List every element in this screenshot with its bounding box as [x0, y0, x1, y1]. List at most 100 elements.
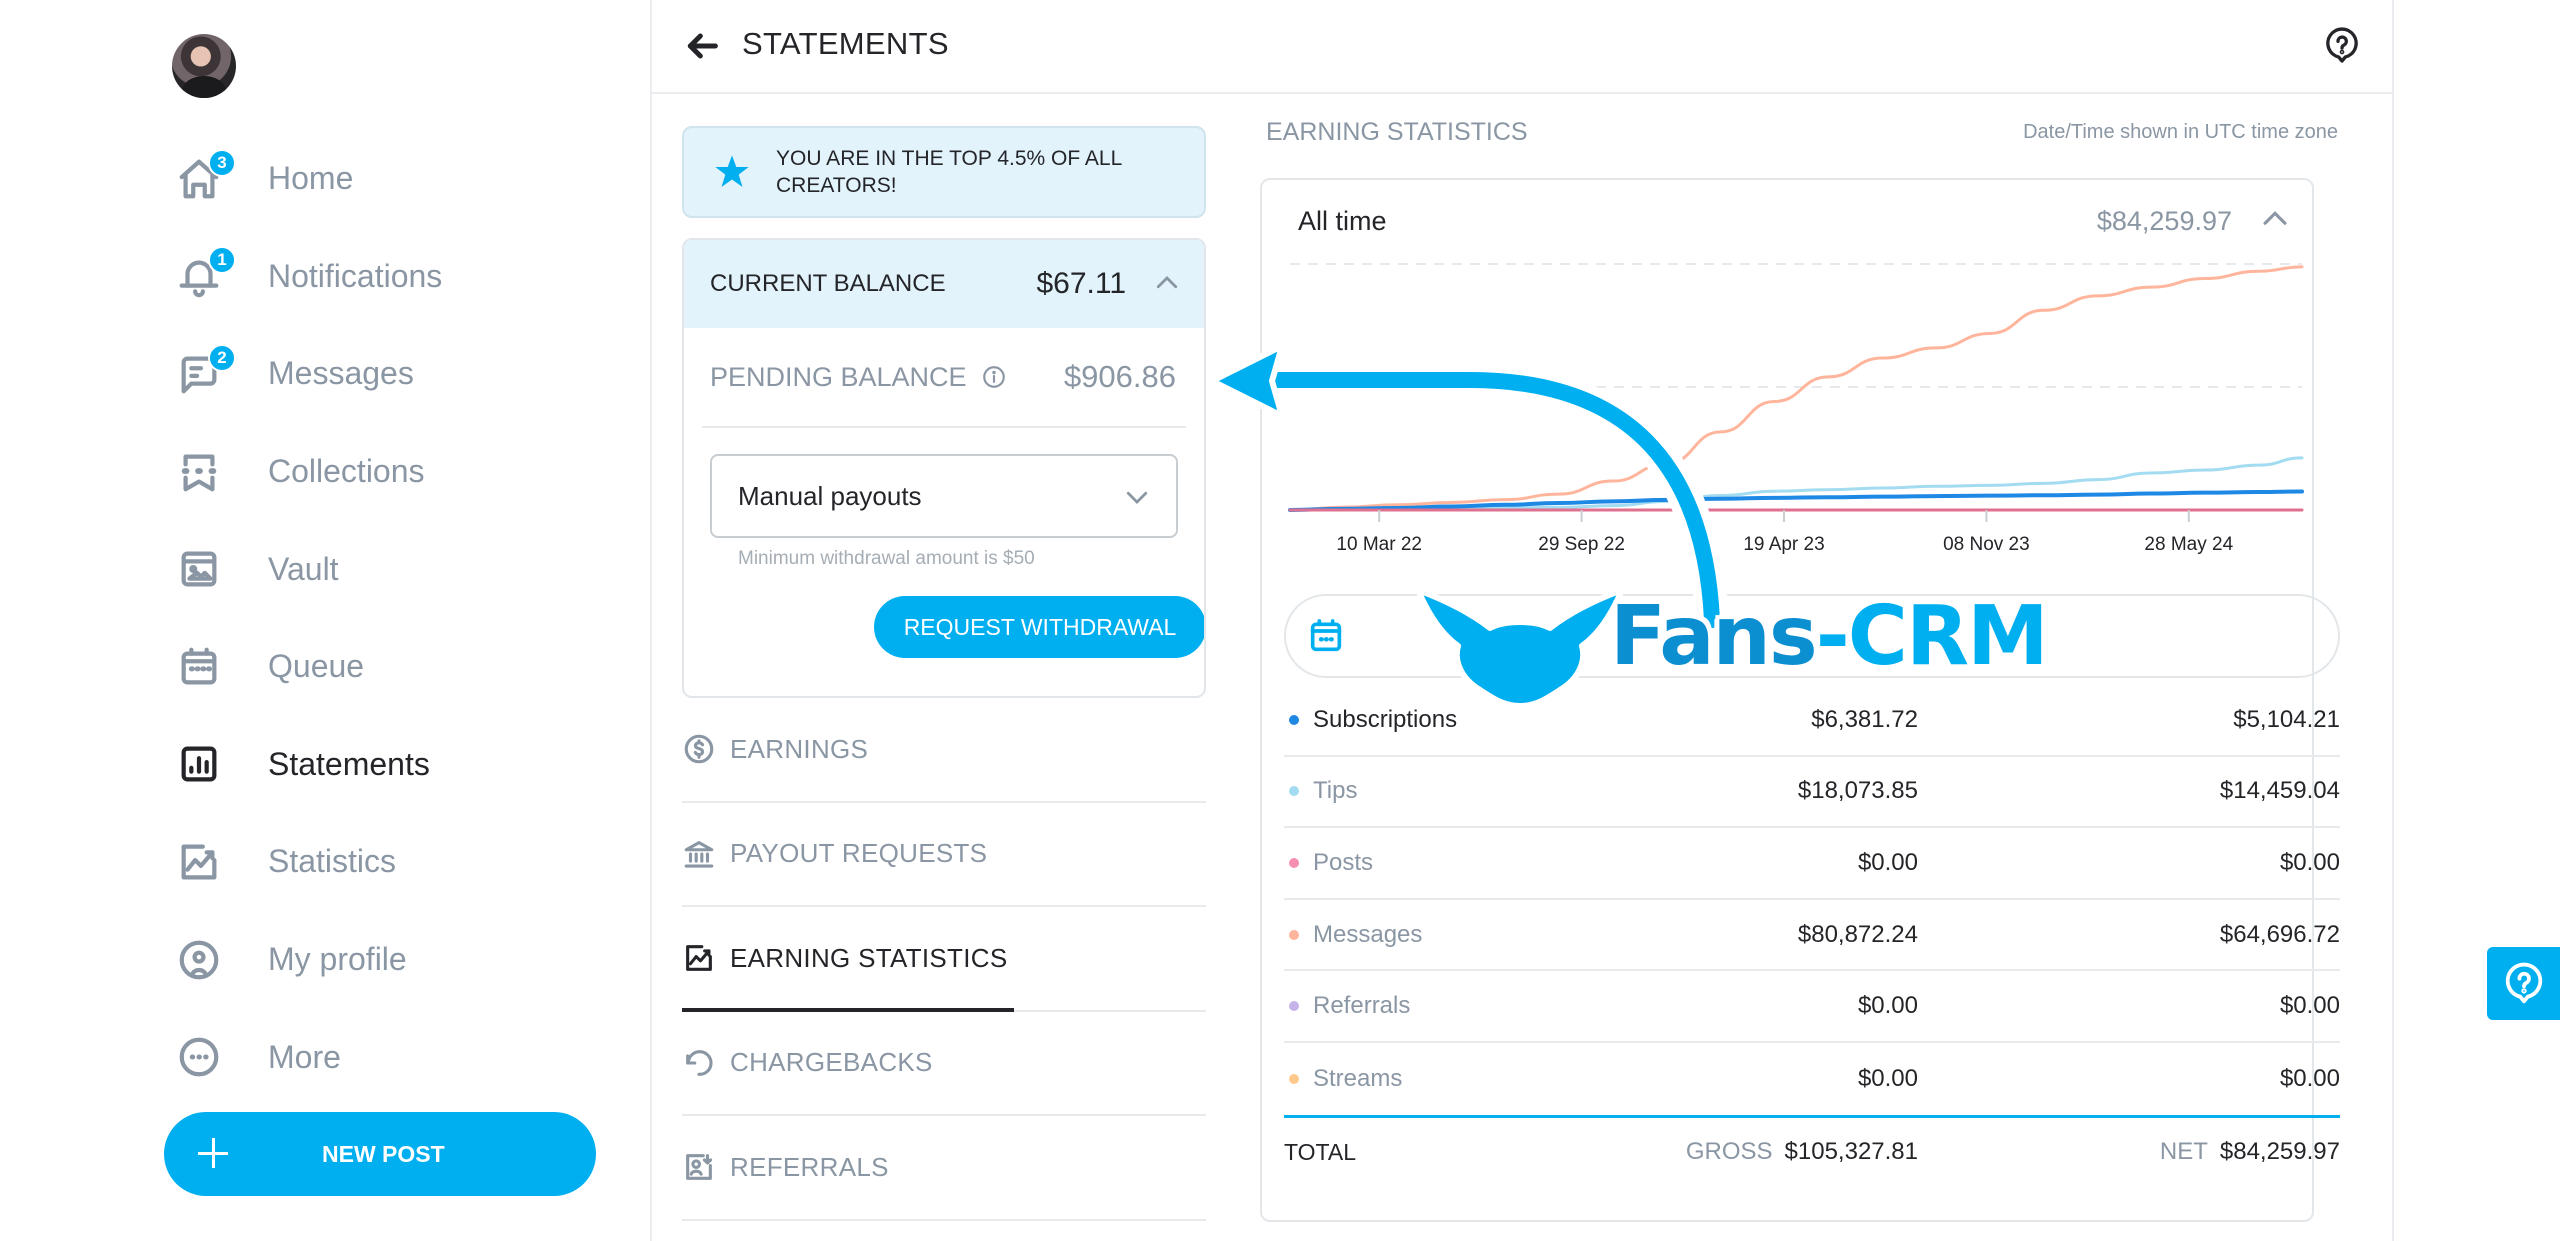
date-range-picker[interactable]: 2024 — [1284, 594, 2340, 678]
tab-label: CHARGEBACKS — [730, 1047, 933, 1078]
current-balance-header[interactable]: CURRENT BALANCE $67.11 — [684, 240, 1204, 328]
bell-icon: 1 — [176, 246, 236, 304]
chevron-up-icon[interactable] — [2258, 202, 2292, 236]
new-post-button[interactable]: NEW POST — [164, 1112, 596, 1196]
net-tag: NET — [2159, 1138, 2208, 1166]
sidebar-item-statements[interactable]: Statements — [176, 716, 596, 814]
floating-help-button[interactable] — [2487, 947, 2560, 1020]
row-gross: $18,073.85 — [1797, 777, 1918, 805]
gross-tag: GROSS — [1685, 1138, 1773, 1166]
chevron-down-icon — [1126, 491, 1148, 504]
sidebar-item-label: Statements — [268, 745, 430, 782]
tab-chargebacks[interactable]: CHARGEBACKS — [682, 1012, 1206, 1116]
total-gross: GROSS $105,327.81 — [1686, 1138, 1918, 1166]
payout-method-select[interactable]: Manual payouts — [710, 454, 1178, 538]
plus-icon — [192, 1132, 236, 1176]
series-dot — [1289, 1001, 1299, 1012]
help-icon — [2505, 962, 2542, 1003]
back-arrow-icon[interactable] — [682, 26, 722, 66]
earnings-line-chart: 10 Mar 22 29 Sep 22 19 Apr 23 08 Nov 23 28 M… — [1288, 263, 2304, 555]
tab-label: EARNINGS — [730, 733, 869, 764]
statements-tabs: EARNINGS PAYOUT REQUESTS EARNING STATIST… — [682, 698, 1206, 1221]
timezone-note: Date/Time shown in UTC time zone — [2023, 121, 2338, 143]
x-tick-label: 19 Apr 23 — [1743, 534, 1824, 555]
tab-label: PAYOUT REQUESTS — [730, 838, 988, 869]
row-name: Subscriptions — [1313, 705, 1458, 733]
section-title: EARNING STATISTICS — [1266, 118, 1528, 146]
row-net: $0.00 — [2279, 1064, 2340, 1092]
sidebar: 3 Home 1 Notifications 2 Messages Collec… — [0, 0, 652, 1241]
breakdown-row-messages: Messages $80,872.24 $64,696.72 — [1284, 900, 2340, 972]
x-tick-label: 29 Sep 22 — [1538, 534, 1625, 555]
sidebar-item-collections[interactable]: Collections — [176, 423, 596, 521]
row-name: Posts — [1313, 848, 1374, 876]
notification-badge: 3 — [208, 148, 236, 177]
x-tick-label: 28 May 24 — [2144, 534, 2233, 555]
home-icon: 3 — [176, 148, 236, 207]
sidebar-item-my-profile[interactable]: My profile — [176, 911, 596, 1009]
request-withdrawal-button[interactable]: REQUEST WITHDRAWAL — [874, 596, 1204, 658]
sidebar-item-label: Home — [268, 160, 354, 197]
pending-balance-row: PENDING BALANCE $906.86 — [702, 328, 1186, 428]
total-label: TOTAL — [1284, 1138, 1356, 1165]
help-icon[interactable] — [2322, 26, 2362, 66]
star-icon — [715, 155, 749, 187]
series-dot — [1289, 857, 1299, 868]
row-net: $0.00 — [2279, 992, 2340, 1020]
row-gross: $0.00 — [1857, 1064, 1918, 1092]
sidebar-item-more[interactable]: More — [176, 1008, 596, 1106]
avatar[interactable] — [172, 34, 236, 98]
sidebar-item-home[interactable]: 3 Home — [176, 130, 596, 228]
row-net: $5,104.21 — [2233, 705, 2340, 733]
breakdown-row-posts: Posts $0.00 $0.00 — [1284, 828, 2340, 900]
vault-image-icon — [176, 541, 232, 597]
stats-card: All time $84,259.97 10 Mar 22 29 Sep 22 19… — [1260, 178, 2340, 1222]
sidebar-item-label: Collections — [268, 453, 425, 490]
chevron-up-icon[interactable] — [1152, 268, 1182, 298]
notification-badge: 1 — [208, 246, 236, 275]
earnings-breakdown: Subscriptions $6,381.72 $5,104.21 Tips $… — [1284, 685, 2340, 1187]
notification-badge: 2 — [208, 343, 236, 372]
tab-referrals[interactable]: REFERRALS — [682, 1116, 1206, 1221]
minimum-withdrawal-hint: Minimum withdrawal amount is $50 — [738, 548, 1035, 569]
main-panel: STATEMENTS YOU ARE IN THE TOP 4.5% OF AL… — [652, 0, 2394, 1241]
pending-balance-label: PENDING BALANCE — [710, 361, 967, 392]
row-name: Referrals — [1313, 992, 1411, 1020]
earning-statistics-panel: EARNING STATISTICS Date/Time shown in UT… — [1260, 118, 2340, 1222]
banner-text: YOU ARE IN THE TOP 4.5% OF ALL CREATORS! — [776, 147, 1122, 197]
series-dot — [1289, 929, 1299, 940]
x-tick-label: 10 Mar 22 — [1336, 534, 1422, 555]
tab-earning-statistics[interactable]: EARNING STATISTICS — [682, 907, 1206, 1012]
sidebar-item-label: Notifications — [268, 257, 443, 294]
info-icon[interactable] — [981, 364, 1007, 390]
profile-icon — [176, 932, 232, 988]
sidebar-item-statistics[interactable]: Statistics — [176, 813, 596, 911]
stats-header: EARNING STATISTICS Date/Time shown in UT… — [1260, 118, 2338, 147]
calendar-icon — [176, 639, 232, 695]
tab-label: EARNING STATISTICS — [730, 942, 1008, 973]
balance-body: PENDING BALANCE $906.86 Manual payouts M… — [684, 328, 1204, 696]
trend-chart-icon — [176, 834, 232, 890]
balance-card: CURRENT BALANCE $67.11 PENDING BALANCE $… — [682, 238, 1206, 698]
sidebar-item-label: Queue — [268, 648, 365, 685]
earnings-chart: 10 Mar 22 29 Sep 22 19 Apr 23 08 Nov 23 28 M… — [1282, 260, 2312, 555]
breakdown-row-tips: Tips $18,073.85 $14,459.04 — [1284, 757, 2340, 829]
sidebar-item-messages[interactable]: 2 Messages — [176, 325, 596, 423]
series-dot — [1289, 1073, 1299, 1084]
tab-payout-requests[interactable]: PAYOUT REQUESTS — [682, 803, 1206, 907]
sidebar-item-vault[interactable]: Vault — [176, 520, 596, 618]
collections-icon — [176, 444, 232, 500]
row-net: $64,696.72 — [2219, 920, 2340, 948]
page-header: STATEMENTS — [652, 0, 2392, 94]
row-gross: $80,872.24 — [1797, 920, 1918, 948]
row-name: Tips — [1313, 777, 1358, 805]
row-net: $0.00 — [2279, 848, 2340, 876]
tab-earnings[interactable]: EARNINGS — [682, 698, 1206, 803]
sidebar-item-label: More — [268, 1038, 341, 1075]
dollar-circle-icon — [684, 734, 714, 764]
series-dot — [1289, 714, 1299, 725]
bank-icon — [684, 840, 714, 868]
sidebar-item-notifications[interactable]: 1 Notifications — [176, 228, 596, 326]
sidebar-item-queue[interactable]: Queue — [176, 618, 596, 716]
more-icon — [176, 1029, 232, 1085]
